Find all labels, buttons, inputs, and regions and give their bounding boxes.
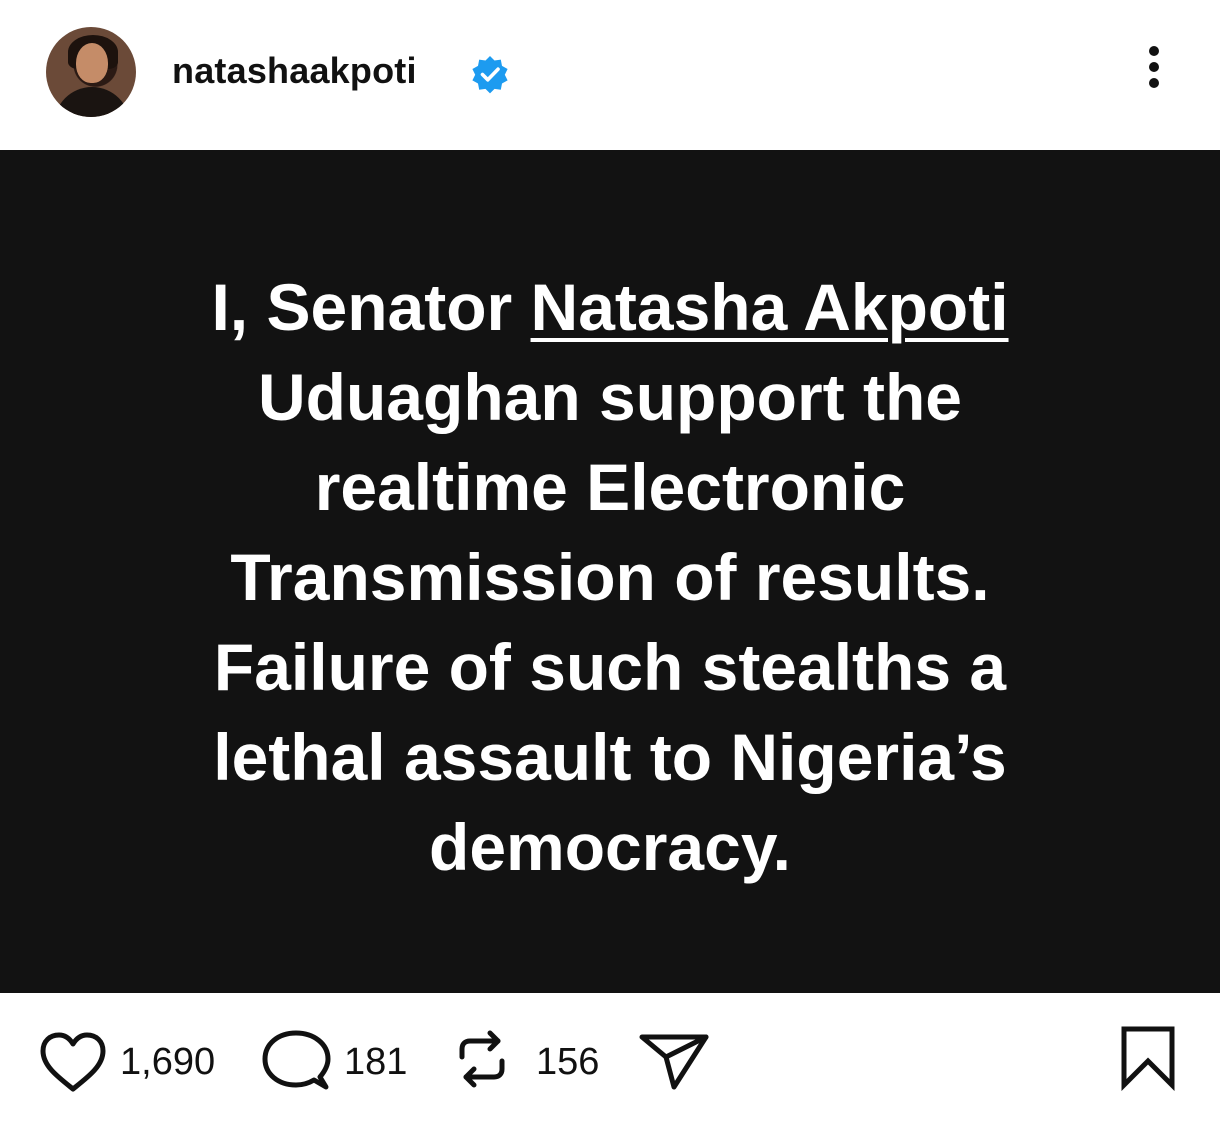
comment-icon[interactable] [260,1029,332,1093]
statement-line: I, Senator Natasha Akpoti [60,262,1160,352]
action-bar: 1,690 181 156 [0,993,1220,1129]
avatar[interactable] [46,27,136,117]
vertical-dots-icon[interactable] [1140,46,1168,102]
username[interactable]: natashaakpoti [172,50,417,92]
avatar-shoulders [54,87,130,117]
verified-badge-icon [472,56,508,94]
comment-count[interactable]: 181 [344,1041,407,1084]
post-header: natashaakpoti [0,0,1220,150]
share-icon[interactable] [636,1031,712,1093]
post-statement: I, Senator Natasha Akpoti Uduaghan suppo… [60,262,1160,892]
bookmark-icon[interactable] [1118,1025,1178,1091]
statement-line: realtime Electronic [314,450,906,524]
statement-line: Failure of such stealths a [213,630,1007,704]
repost-count[interactable]: 156 [536,1041,599,1084]
like-count[interactable]: 1,690 [120,1041,215,1084]
dot [1149,78,1159,88]
heart-icon[interactable] [38,1031,108,1093]
dot [1149,46,1159,56]
statement-line: Transmission of results. [230,540,990,614]
statement-line: lethal assault to Nigeria’s [213,720,1007,794]
statement-line: democracy. [429,810,791,884]
statement-text: I, Senator [211,270,531,344]
repost-icon[interactable] [450,1027,514,1091]
post-page: natashaakpoti I, Senator Natasha Akpoti … [0,0,1220,1129]
dot [1149,62,1159,72]
underlined-name: Natasha Akpoti [530,270,1009,344]
post-image[interactable]: I, Senator Natasha Akpoti Uduaghan suppo… [0,150,1220,993]
statement-line: Uduaghan support the [258,360,962,434]
avatar-face [76,43,108,83]
